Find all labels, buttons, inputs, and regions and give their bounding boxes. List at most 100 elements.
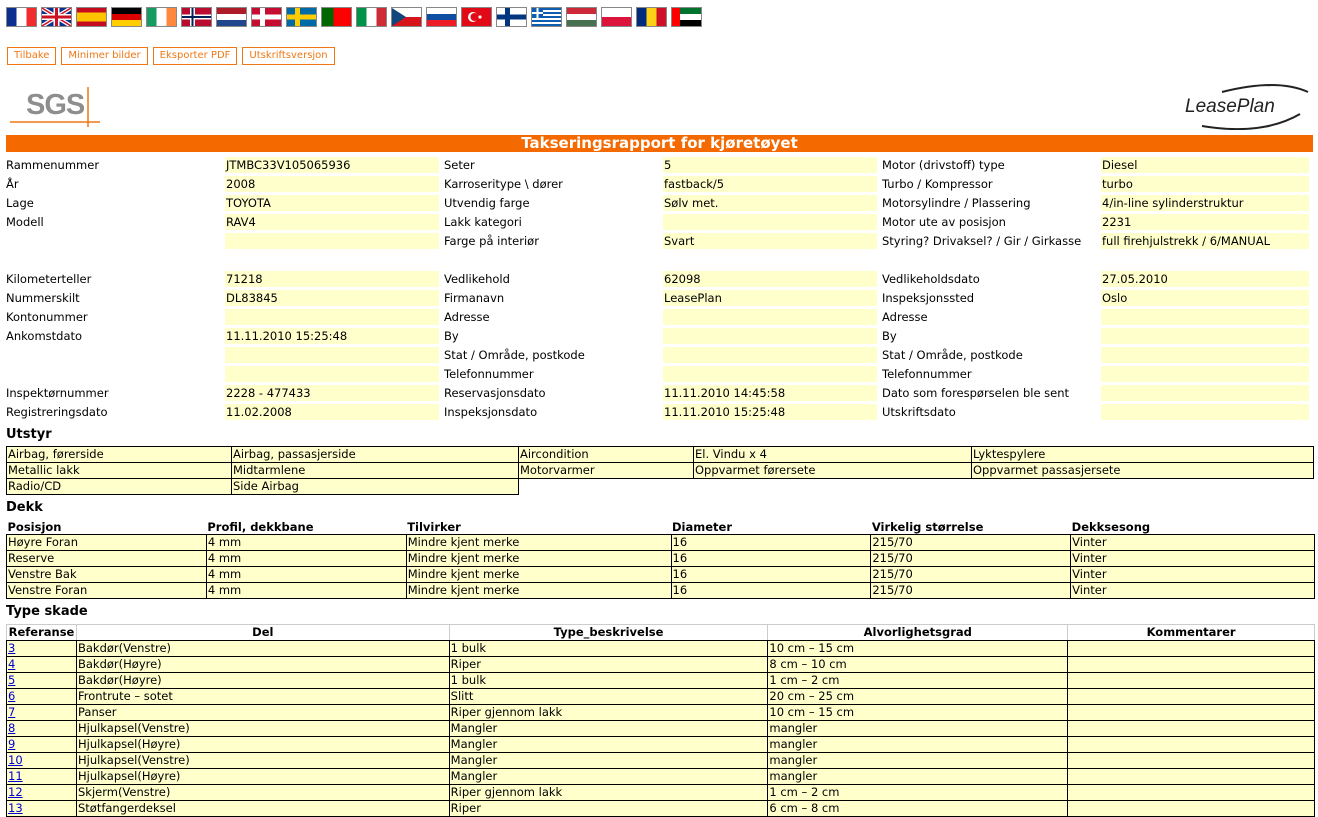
info-value [225, 309, 439, 325]
damage-table: Referanse Del Type_beskrivelse Alvorlighets… [6, 624, 1315, 817]
info-label: Ankomstdato [6, 329, 83, 343]
damage-cell: 1 cm – 2 cm [767, 672, 1069, 689]
denmark-flag-icon[interactable] [251, 7, 282, 27]
uk-flag-icon[interactable] [41, 7, 72, 27]
info-value [663, 309, 877, 325]
minimize-images-button[interactable]: Minimer bilder [61, 47, 148, 65]
info-label [6, 233, 225, 249]
info-value [225, 347, 439, 363]
damage-cell [1067, 688, 1315, 705]
damage-cell: 20 cm – 25 cm [767, 688, 1069, 705]
damage-reference-link[interactable]: 8 [8, 721, 15, 735]
equipment-item: Radio/CD [6, 478, 232, 495]
tires-heading: Dekk [6, 500, 43, 515]
tires-cell: 16 [670, 534, 872, 551]
tires-cell: 16 [670, 582, 872, 599]
info-value [225, 366, 439, 382]
damage-reference-link[interactable]: 7 [8, 705, 15, 719]
info-row: År 2008 Karroseritype \ dører fastback/5 Tur… [6, 176, 1314, 195]
damage-column-header: Del [75, 624, 450, 641]
czech-flag-icon[interactable] [391, 7, 422, 27]
portugal-flag-icon[interactable] [321, 7, 352, 27]
damage-cell: Mangler [448, 752, 769, 769]
info-label: Motorsylindre / Plassering [882, 196, 1031, 210]
turkey-flag-icon[interactable] [461, 7, 492, 27]
damage-cell: Hjulkapsel(Venstre) [75, 752, 450, 769]
info-label: Stat / Område, postkode [444, 348, 585, 362]
damage-cell: Mangler [448, 768, 769, 785]
damage-cell [1067, 656, 1315, 673]
romania-flag-icon[interactable] [636, 7, 667, 27]
germany-flag-icon[interactable] [111, 7, 142, 27]
spain-flag-icon[interactable] [76, 7, 107, 27]
info-value [1101, 252, 1314, 268]
equipment-empty-cell [694, 479, 972, 495]
damage-cell: 6 cm – 8 cm [767, 800, 1069, 817]
damage-cell: Hjulkapsel(Høyre) [75, 736, 450, 753]
damage-cell [1067, 704, 1315, 721]
print-version-button[interactable]: Utskriftsversjon [242, 47, 335, 65]
table-row: 11 Hjulkapsel(Høyre) Mangler mangler [6, 768, 1315, 785]
export-pdf-button[interactable]: Eksporter PDF [152, 47, 238, 65]
info-value: 11.11.2010 15:25:48 [663, 404, 877, 420]
slovakia-flag-icon[interactable] [426, 7, 457, 27]
poland-flag-icon[interactable] [601, 7, 632, 27]
info-value: full firehjulstrekk / 6/MANUAL [1101, 233, 1309, 249]
damage-reference-link[interactable]: 13 [8, 801, 23, 815]
equipment-empty-cell [972, 479, 1314, 495]
damage-cell: 8 cm – 10 cm [767, 656, 1069, 673]
info-label: Kontonummer [6, 310, 88, 324]
greece-flag-icon[interactable] [531, 7, 562, 27]
damage-reference-link[interactable]: 3 [8, 641, 15, 655]
info-label: Telefonnummer [882, 367, 972, 381]
tires-cell: 215/70 [870, 582, 1072, 599]
damage-reference-link[interactable]: 12 [8, 785, 23, 799]
info-value [1101, 347, 1309, 363]
table-row: 9 Hjulkapsel(Høyre) Mangler mangler [6, 736, 1315, 753]
back-button[interactable]: Tilbake [7, 47, 57, 65]
tires-cell: Mindre kjent merke [405, 566, 672, 583]
tires-column-header: Diameter [672, 520, 732, 534]
info-value [663, 214, 877, 230]
info-row: Inspektørnummer 2228 - 477433 Reservasjons… [6, 385, 1314, 404]
damage-cell [1067, 768, 1315, 785]
damage-reference-link[interactable]: 9 [8, 737, 15, 751]
info-label: Utskriftsdato [882, 405, 956, 419]
damage-cell: 1 bulk [448, 672, 769, 689]
table-row: 4 Bakdør(Høyre) Riper 8 cm – 10 cm [6, 656, 1315, 673]
info-label [6, 366, 225, 382]
damage-heading: Type skade [6, 604, 88, 619]
hungary-flag-icon[interactable] [566, 7, 597, 27]
damage-cell [1067, 752, 1315, 769]
damage-reference-link[interactable]: 4 [8, 657, 15, 671]
damage-cell: 11 [6, 768, 77, 785]
table-row: 6 Frontrute – sotet Slitt 20 cm – 25 cm [6, 688, 1315, 705]
damage-reference-link[interactable]: 10 [8, 753, 23, 767]
info-value: 11.11.2010 15:25:48 [225, 328, 439, 344]
equipment-item: Midtarmlene [231, 462, 519, 479]
uae-flag-icon[interactable] [671, 7, 702, 27]
info-label: Vedlikeholdsdato [882, 272, 980, 286]
info-value: 2008 [225, 176, 439, 192]
table-row: Venstre Foran 4 mm Mindre kjent merke 16 215… [6, 582, 1315, 599]
norway-flag-icon[interactable] [181, 7, 212, 27]
italy-flag-icon[interactable] [356, 7, 387, 27]
finland-flag-icon[interactable] [496, 7, 527, 27]
ireland-flag-icon[interactable] [146, 7, 177, 27]
damage-reference-link[interactable]: 6 [8, 689, 15, 703]
info-label: Rammenummer [6, 158, 100, 172]
france-flag-icon[interactable] [6, 7, 37, 27]
info-value: DL83845 [225, 290, 439, 306]
damage-cell: Frontrute – sotet [75, 688, 450, 705]
info-value: 5 [663, 157, 877, 173]
netherlands-flag-icon[interactable] [216, 7, 247, 27]
damage-cell: Hjulkapsel(Venstre) [75, 720, 450, 737]
info-value [1101, 328, 1309, 344]
info-value: TOYOTA [225, 195, 439, 211]
damage-reference-link[interactable]: 5 [8, 673, 15, 687]
info-row: Kilometerteller 71218 Vedlikehold 62098 Vedl… [6, 271, 1314, 290]
info-value: Diesel [1101, 157, 1309, 173]
sweden-flag-icon[interactable] [286, 7, 317, 27]
damage-cell: mangler [767, 736, 1069, 753]
damage-reference-link[interactable]: 11 [8, 769, 23, 783]
